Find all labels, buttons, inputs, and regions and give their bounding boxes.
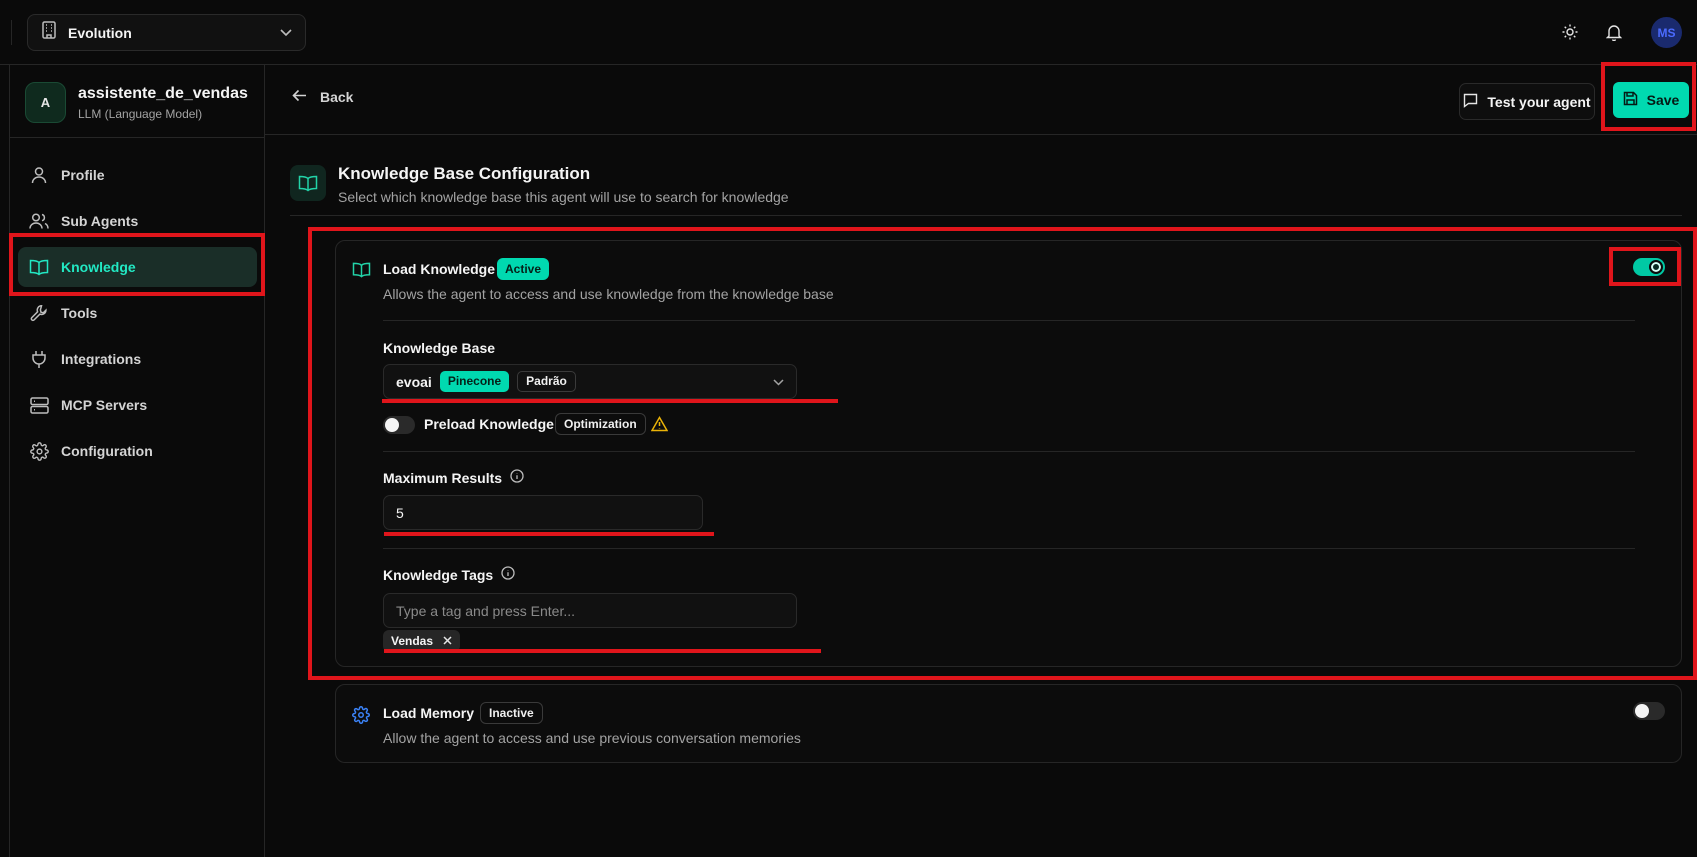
sidebar-item-label: Knowledge — [61, 259, 136, 275]
knowledge-base-label-text: Knowledge Base — [383, 340, 496, 356]
wrench-icon — [29, 303, 49, 323]
save-label: Save — [1646, 92, 1680, 108]
load-memory-toggle[interactable] — [1633, 702, 1665, 720]
status-badge: Active — [497, 258, 550, 280]
knowledge-tags-input[interactable]: Type a tag and press Enter... — [383, 593, 797, 628]
back-label: Back — [320, 89, 354, 105]
agent-type: LLM (Language Model) — [78, 107, 203, 121]
plug-icon — [29, 349, 49, 369]
sidebar-item-label: Integrations — [61, 351, 142, 367]
maximum-results-label: Maximum Results — [383, 469, 524, 486]
sidebar-item-profile[interactable]: Profile — [18, 155, 257, 195]
chevron-down-icon — [773, 373, 784, 391]
chevron-down-icon — [280, 24, 292, 42]
load-knowledge-toggle[interactable] — [1633, 258, 1665, 276]
sidebar-item-label: Tools — [61, 305, 98, 321]
sidebar: A assistente_de_vendas LLM (Language Mod… — [0, 65, 265, 857]
load-knowledge-description: Allows the agent to access and use knowl… — [383, 286, 834, 302]
sidebar-item-mcp-servers[interactable]: MCP Servers — [18, 385, 257, 425]
top-bar: Evolution MS — [0, 0, 1697, 65]
load-memory-description: Allow the agent to access and use previo… — [383, 730, 801, 746]
toggle-knob — [1649, 260, 1663, 274]
provider-badge: Pinecone — [439, 371, 510, 392]
agent-avatar: A — [25, 82, 66, 123]
save-button[interactable]: Save — [1613, 82, 1689, 118]
user-icon — [29, 165, 49, 185]
info-icon[interactable] — [510, 469, 524, 486]
sidebar-item-label: Profile — [61, 167, 105, 183]
user-avatar[interactable]: MS — [1651, 17, 1682, 48]
maximum-results-label-text: Maximum Results — [383, 469, 503, 486]
server-icon — [29, 395, 49, 415]
sidebar-nav: Profile Sub Agents Knowledge Tools Integ… — [18, 155, 257, 477]
section-subtitle: Select which knowledge base this agent w… — [338, 189, 789, 205]
warning-icon — [650, 415, 669, 437]
optimization-badge: Optimization — [555, 413, 646, 435]
close-icon[interactable] — [443, 634, 452, 648]
main-header: Back Test your agent Save — [265, 65, 1697, 135]
floppy-disk-icon — [1623, 91, 1638, 109]
gear-icon — [29, 441, 49, 461]
bell-icon[interactable] — [1603, 21, 1625, 43]
sidebar-item-configuration[interactable]: Configuration — [18, 431, 257, 471]
divider — [383, 548, 1635, 549]
load-memory-title: Load Memory — [383, 705, 475, 721]
knowledge-base-value: evoai — [396, 373, 432, 390]
info-icon[interactable] — [501, 566, 515, 583]
default-badge: Padrão — [517, 371, 576, 392]
load-knowledge-card: Load Knowledge Active Allows the agent t… — [335, 240, 1682, 667]
users-icon — [29, 211, 49, 231]
sidebar-item-integrations[interactable]: Integrations — [18, 339, 257, 379]
load-knowledge-title: Load Knowledge — [383, 261, 495, 277]
arrow-left-icon — [292, 89, 307, 105]
agent-name: assistente_de_vendas — [78, 85, 248, 102]
sidebar-item-label: MCP Servers — [61, 397, 148, 413]
preload-knowledge-label: Preload Knowledge — [424, 416, 554, 432]
sidebar-item-sub-agents[interactable]: Sub Agents — [18, 201, 257, 241]
book-icon — [351, 260, 371, 280]
knowledge-base-select[interactable]: evoai Pinecone Padrão — [383, 364, 797, 399]
status-badge: Inactive — [480, 702, 543, 724]
divider — [290, 215, 1682, 216]
knowledge-tags-label: Knowledge Tags — [383, 566, 515, 583]
organization-name: Evolution — [68, 24, 132, 41]
section-title: Knowledge Base Configuration — [338, 164, 591, 183]
preload-knowledge-toggle[interactable] — [383, 416, 415, 434]
knowledge-base-label: Knowledge Base — [383, 340, 495, 356]
maximum-results-input[interactable]: 5 — [383, 495, 703, 530]
divider — [383, 451, 1635, 452]
organization-select[interactable]: Evolution — [27, 14, 306, 51]
sidebar-item-tools[interactable]: Tools — [18, 293, 257, 333]
divider — [383, 320, 1635, 321]
sun-icon[interactable] — [1559, 21, 1581, 43]
book-icon — [29, 257, 49, 277]
test-agent-button[interactable]: Test your agent — [1459, 83, 1595, 120]
sidebar-item-label: Sub Agents — [61, 213, 139, 229]
message-square-icon — [1463, 93, 1478, 111]
back-button[interactable]: Back — [292, 89, 353, 105]
agent-card: A assistente_de_vendas LLM (Language Mod… — [10, 65, 265, 138]
knowledge-tags-label-text: Knowledge Tags — [383, 566, 494, 583]
divider — [9, 65, 10, 857]
toggle-knob — [385, 418, 399, 432]
test-agent-label: Test your agent — [1487, 93, 1591, 110]
gear-icon — [351, 705, 371, 725]
sidebar-item-knowledge[interactable]: Knowledge — [18, 247, 257, 287]
tag-label: Vendas — [391, 634, 434, 648]
divider — [11, 20, 12, 45]
sidebar-item-label: Configuration — [61, 443, 153, 459]
book-icon — [290, 165, 326, 201]
building-icon — [41, 21, 57, 44]
tag-chip: Vendas — [383, 630, 461, 652]
load-memory-card: Load Memory Inactive Allow the agent to … — [335, 684, 1682, 763]
toggle-knob — [1635, 704, 1649, 718]
